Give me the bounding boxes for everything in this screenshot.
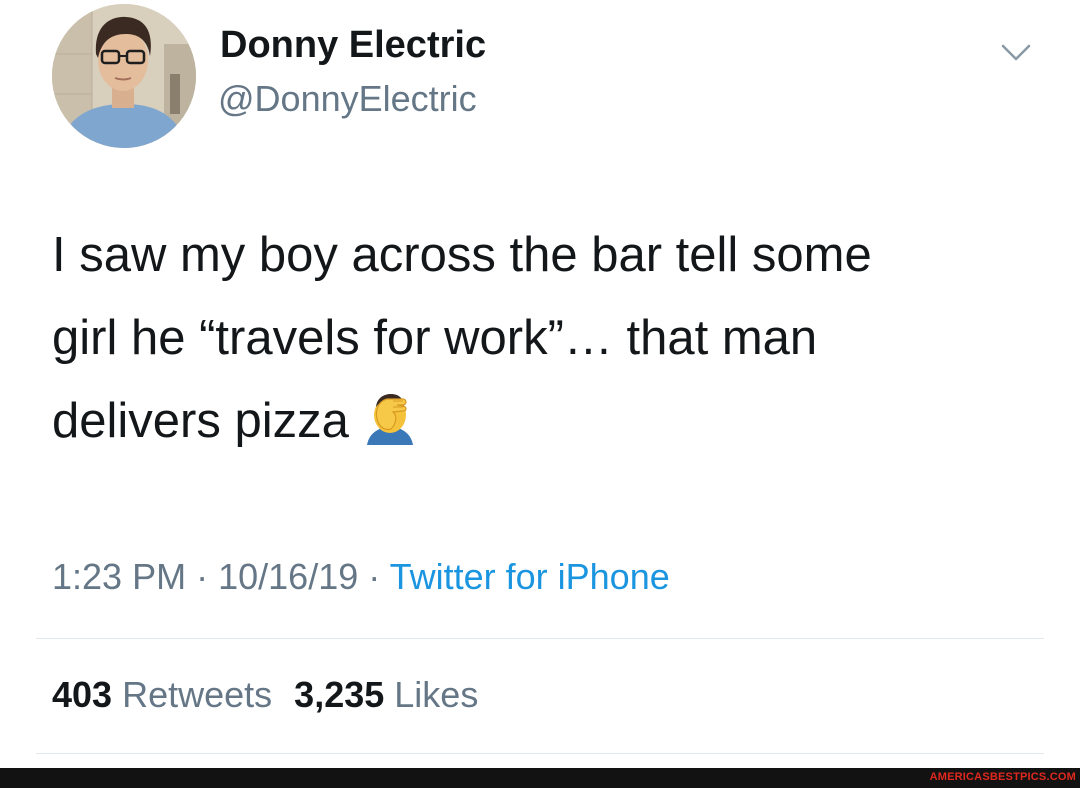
divider [36,638,1044,639]
tweet-line-text: delivers pizza [52,394,349,448]
likes-count: 3,235 [294,674,385,715]
profile-photo [52,4,196,148]
tweet-meta: 1:23 PM · 10/16/19 · Twitter for iPhone [52,556,670,598]
retweets-stat[interactable]: 403 Retweets [52,674,272,715]
tweet-line: girl he “travels for work”… that man [52,311,818,365]
tweet-line: I saw my boy across the bar tell some [52,228,872,282]
watermark-bar: AMERICASBESTPICS.COM [0,768,1080,788]
divider [36,753,1044,754]
likes-stat[interactable]: 3,235 Likes [294,674,478,715]
tweet-text: I saw my boy across the bar tell some gi… [52,214,1032,463]
retweets-count: 403 [52,674,113,715]
author-handle[interactable]: @DonnyElectric [218,78,477,120]
meta-separator: · [368,556,381,597]
tweet-date[interactable]: 10/16/19 [218,556,358,597]
likes-label: Likes [394,674,479,715]
retweets-label: Retweets [122,674,273,715]
facepalm-icon [363,391,417,445]
tweet-time[interactable]: 1:23 PM [52,556,186,597]
chevron-down-icon[interactable] [998,40,1034,64]
tweet-stats: 403 Retweets 3,235 Likes [52,674,478,716]
tweet-source-link[interactable]: Twitter for iPhone [390,556,670,597]
avatar[interactable] [52,4,196,148]
meta-separator: · [196,556,209,597]
watermark: AMERICASBESTPICS.COM [929,771,1076,783]
tweet-line-with-emoji: delivers pizza [52,380,1032,463]
author-display-name[interactable]: Donny Electric [220,24,486,67]
